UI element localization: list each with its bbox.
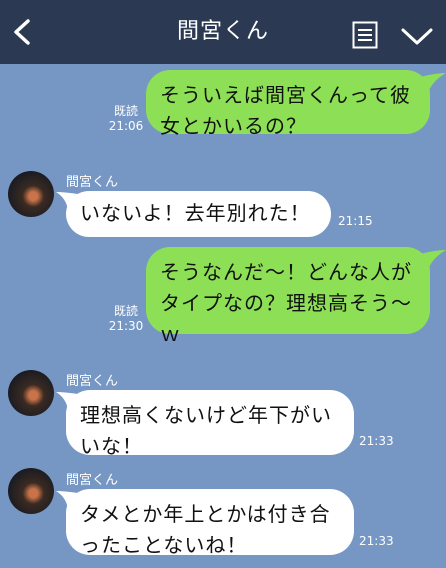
avatar[interactable]	[8, 468, 54, 514]
read-receipt: 既読 21:30	[108, 304, 144, 333]
message-text: そうなんだ〜！どんな人がタイプなの？理想高そう〜ｗ	[160, 260, 412, 346]
message-text: タメとか年上とかは付き合ったことないね！	[80, 502, 331, 557]
avatar[interactable]	[8, 370, 54, 416]
message-bubble-sent[interactable]: そういえば間宮くんって彼女とかいるの？	[146, 70, 430, 138]
message-bubble-received[interactable]: 理想高くないけど年下がいいな！	[66, 390, 354, 458]
message-text: いないよ！去年別れた！	[80, 201, 311, 225]
notes-icon[interactable]	[352, 21, 378, 49]
message-time: 21:33	[359, 434, 394, 448]
chat-header: 間宮くん	[0, 0, 446, 64]
sender-name: 間宮くん	[66, 175, 119, 190]
message-bubble-received[interactable]: タメとか年上とかは付き合ったことないね！	[66, 489, 354, 557]
message-text: そういえば間宮くんって彼女とかいるの？	[160, 83, 411, 138]
sender-name: 間宮くん	[66, 473, 119, 488]
message-time: 21:33	[359, 534, 394, 548]
sender-name: 間宮くん	[66, 374, 119, 389]
message-bubble-sent[interactable]: そうなんだ〜！どんな人がタイプなの？理想高そう〜ｗ	[146, 247, 430, 346]
chevron-down-icon[interactable]	[400, 22, 434, 50]
read-receipt: 既読 21:06	[108, 104, 144, 133]
message-time: 21:15	[338, 214, 373, 228]
chat-title: 間宮くん	[176, 19, 269, 44]
avatar[interactable]	[8, 171, 54, 217]
message-bubble-received[interactable]: いないよ！去年別れた！	[66, 191, 331, 237]
message-text: 理想高くないけど年下がいいな！	[80, 403, 332, 458]
